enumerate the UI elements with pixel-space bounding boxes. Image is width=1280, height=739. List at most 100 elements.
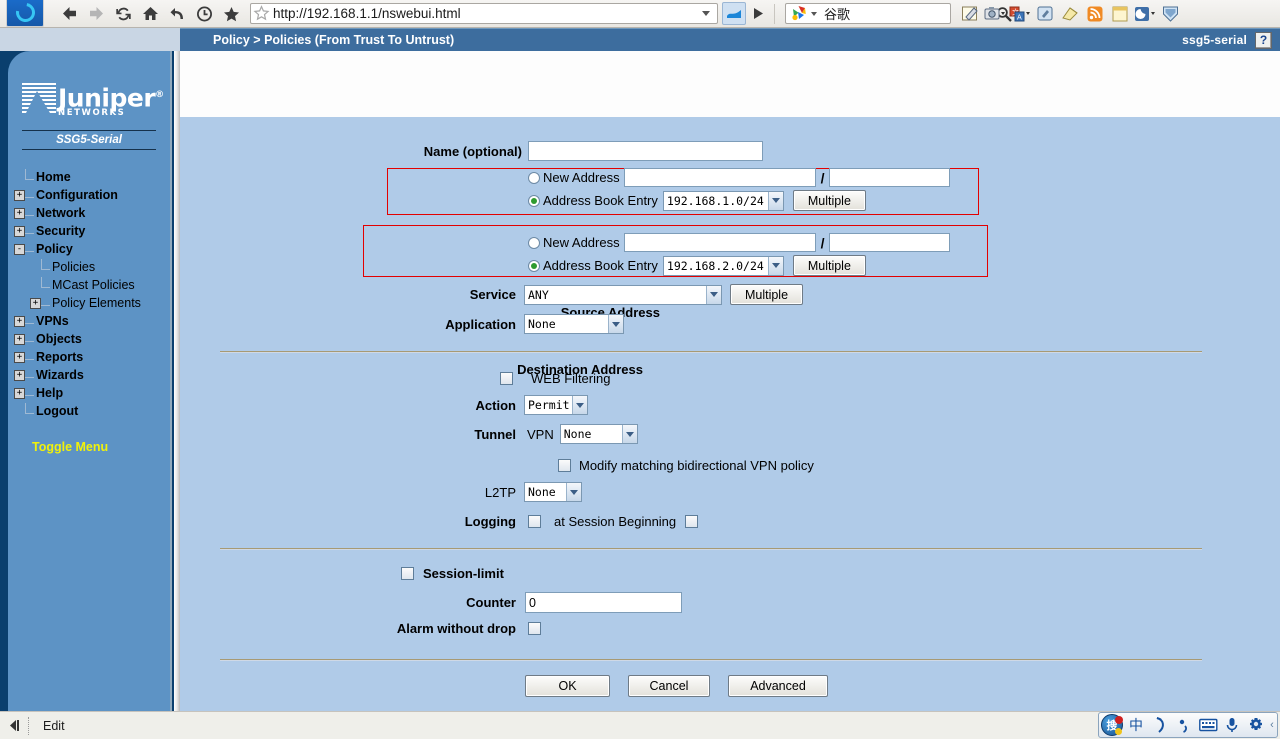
source-new-address-input[interactable] — [624, 168, 816, 187]
sidebar-item-policy[interactable]: - Policy — [14, 240, 170, 258]
chevron-down-icon[interactable] — [622, 425, 637, 443]
go-button[interactable] — [722, 2, 746, 25]
microphone-icon[interactable] — [1221, 714, 1243, 736]
l2tp-select[interactable]: None — [524, 482, 582, 502]
sidebar-item-vpns[interactable]: + VPNs — [14, 312, 170, 330]
vpn-select[interactable]: None — [560, 424, 638, 444]
history-button[interactable] — [191, 2, 217, 26]
translate-icon[interactable]: 文A — [1009, 3, 1031, 25]
chevron-down-icon[interactable] — [572, 396, 587, 414]
destination-new-address-radio[interactable] — [528, 237, 540, 249]
expand-plus-icon[interactable]: + — [14, 190, 25, 201]
browser-logo-icon[interactable] — [2, 0, 48, 27]
action-select[interactable]: Permit — [524, 395, 588, 415]
notepad-pencil-icon[interactable] — [959, 3, 981, 25]
rss-feed-icon[interactable] — [1084, 3, 1106, 25]
chevron-down-icon[interactable] — [702, 11, 710, 16]
source-address-book-select[interactable]: 192.168.1.0/24 — [663, 191, 784, 211]
service-multiple-button[interactable]: Multiple — [730, 284, 803, 305]
expand-plus-icon[interactable]: + — [14, 208, 25, 219]
web-filtering-checkbox[interactable] — [500, 372, 513, 385]
sidebar-item-security[interactable]: + Security — [14, 222, 170, 240]
session-limit-checkbox[interactable] — [401, 567, 414, 580]
undo-button[interactable] — [164, 2, 190, 26]
service-select[interactable]: ANY — [524, 285, 722, 305]
destination-new-address-mask-input[interactable] — [829, 233, 950, 252]
sticky-note-icon[interactable] — [1109, 3, 1131, 25]
ok-button[interactable]: OK — [525, 675, 610, 697]
expand-plus-icon[interactable]: + — [14, 316, 25, 327]
collapse-minus-icon[interactable]: - — [14, 244, 25, 255]
sidebar-item-reports[interactable]: + Reports — [14, 348, 170, 366]
source-multiple-button[interactable]: Multiple — [793, 190, 866, 211]
eraser-icon[interactable] — [1059, 3, 1081, 25]
advanced-button[interactable]: Advanced — [728, 675, 828, 697]
download-shield-icon[interactable] — [1159, 3, 1181, 25]
source-new-address-radio[interactable] — [528, 172, 540, 184]
source-address-book-radio[interactable] — [528, 195, 540, 207]
expand-plus-icon[interactable]: + — [30, 298, 41, 309]
source-new-address-mask-input[interactable] — [829, 168, 950, 187]
chevron-down-icon[interactable] — [768, 192, 783, 210]
name-input[interactable] — [528, 141, 763, 161]
sidebar-item-logout[interactable]: Logout — [14, 402, 170, 420]
status-bar-text: Edit — [43, 719, 65, 733]
expand-plus-icon[interactable]: + — [14, 352, 25, 363]
logging-checkbox[interactable] — [528, 515, 541, 528]
search-box[interactable] — [785, 3, 951, 24]
gear-icon[interactable] — [1245, 714, 1267, 736]
sidebar-item-mcast-policies[interactable]: MCast Policies — [14, 276, 170, 294]
destination-address-book-select[interactable]: 192.168.2.0/24 — [663, 256, 784, 276]
expand-plus-icon[interactable]: + — [14, 226, 25, 237]
drag-handle-icon[interactable]: ‹ — [1269, 715, 1275, 735]
destination-multiple-button[interactable]: Multiple — [793, 255, 866, 276]
forward-button[interactable] — [83, 2, 109, 26]
google-g-icon[interactable] — [786, 4, 811, 23]
application-value: None — [528, 317, 556, 331]
chevron-down-icon[interactable] — [608, 315, 623, 333]
home-button[interactable] — [137, 2, 163, 26]
destination-new-address-input[interactable] — [624, 233, 816, 252]
inspector-wrench-icon[interactable] — [1034, 3, 1056, 25]
half-moon-icon[interactable] — [1149, 714, 1171, 736]
cancel-button[interactable]: Cancel — [628, 675, 710, 697]
application-select[interactable]: None — [524, 314, 624, 334]
ime-mode-toggle[interactable]: 中 — [1125, 714, 1147, 736]
sidebar-item-objects[interactable]: + Objects — [14, 330, 170, 348]
collapse-left-icon[interactable] — [0, 719, 28, 732]
sidebar-item-configuration[interactable]: + Configuration — [14, 186, 170, 204]
punctuation-icon[interactable] — [1173, 714, 1195, 736]
session-beginning-checkbox[interactable] — [685, 515, 698, 528]
sidebar-item-policies[interactable]: Policies — [14, 258, 170, 276]
help-button[interactable]: ? — [1255, 32, 1272, 49]
sidebar-item-home[interactable]: Home — [14, 168, 170, 186]
back-button[interactable] — [56, 2, 82, 26]
counter-input[interactable] — [525, 592, 682, 613]
expand-plus-icon[interactable]: + — [14, 334, 25, 345]
section-divider-1 — [220, 351, 1202, 353]
alarm-without-drop-checkbox[interactable] — [528, 622, 541, 635]
chevron-down-icon[interactable] — [566, 483, 581, 501]
bookmark-button[interactable] — [218, 2, 244, 26]
address-bar[interactable]: http://192.168.1.1/nswebui.html — [250, 3, 718, 24]
play-button[interactable] — [746, 2, 770, 25]
sidebar-item-network[interactable]: + Network — [14, 204, 170, 222]
chevron-down-icon[interactable] — [706, 286, 721, 304]
svg-text:A: A — [1017, 13, 1022, 21]
screenshot-camera-icon[interactable] — [984, 3, 1006, 25]
reload-button[interactable] — [110, 2, 136, 26]
destination-address-book-radio[interactable] — [528, 260, 540, 272]
night-mode-moon-icon[interactable] — [1134, 3, 1156, 25]
ime-logo-icon[interactable]: 搜 — [1101, 714, 1123, 736]
chevron-down-icon[interactable] — [811, 12, 817, 16]
sidebar-item-help[interactable]: + Help — [14, 384, 170, 402]
soft-keyboard-icon[interactable] — [1197, 714, 1219, 736]
expand-plus-icon[interactable]: + — [14, 370, 25, 381]
chevron-down-icon[interactable] — [768, 257, 783, 275]
star-outline-icon[interactable] — [253, 5, 270, 22]
sidebar-item-policy-elements[interactable]: + Policy Elements — [14, 294, 170, 312]
modify-bidirectional-checkbox[interactable] — [558, 459, 571, 472]
toggle-menu-link[interactable]: Toggle Menu — [14, 440, 170, 454]
sidebar-item-wizards[interactable]: + Wizards — [14, 366, 170, 384]
expand-plus-icon[interactable]: + — [14, 388, 25, 399]
